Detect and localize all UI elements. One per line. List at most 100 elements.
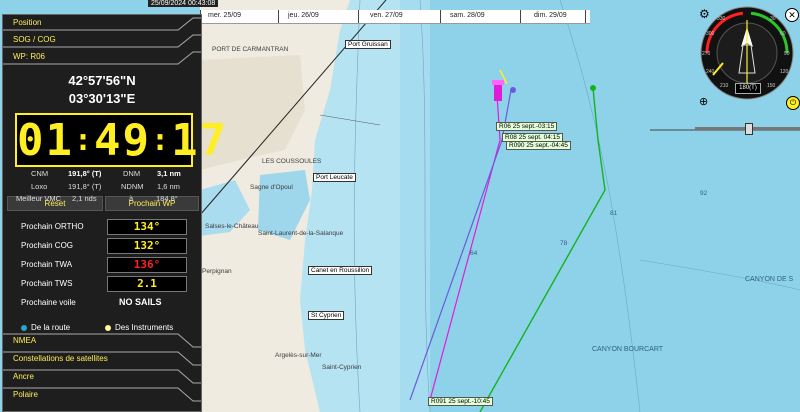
compass-tick: 270 bbox=[702, 51, 711, 57]
section-label: Ancre bbox=[13, 372, 34, 381]
port-label[interactable]: Port Gruissan bbox=[345, 40, 391, 49]
power-icon[interactable]: ⏻ bbox=[786, 96, 800, 110]
sail-value: NO SAILS bbox=[119, 297, 162, 307]
compass-tick: 210 bbox=[720, 83, 729, 89]
section-label: Position bbox=[13, 18, 42, 27]
section-label: Polaire bbox=[13, 390, 38, 399]
town-label: Perpignan bbox=[202, 268, 232, 275]
depth-marker: 78 bbox=[560, 240, 568, 247]
waypoint-label[interactable]: R091 25 sept.-10:45 bbox=[428, 397, 493, 406]
timeline-day: mer. 25/09 bbox=[208, 12, 242, 19]
sail-label: Prochaine voile bbox=[21, 298, 76, 307]
field-value: 132° bbox=[107, 238, 187, 254]
field-label: Prochain TWS bbox=[21, 279, 73, 288]
field-value: 136° bbox=[107, 257, 187, 273]
loxo-label: Loxo bbox=[31, 182, 48, 191]
dnm-label: DNM bbox=[123, 169, 141, 178]
compass-tick: 240 bbox=[706, 69, 715, 75]
legend-instruments-label: Des Instruments bbox=[115, 323, 174, 332]
town-label: Saint-Laurent-de-la-Salanque bbox=[258, 230, 344, 237]
compass-tick: 300 bbox=[706, 31, 715, 37]
vmc-label: Meilleur VMC bbox=[16, 194, 62, 203]
field-next-cog: Prochain COG 132° bbox=[3, 238, 201, 254]
timeline-bar[interactable]: mer. 25/09 jeu. 26/09 ven. 27/09 sam. 28… bbox=[200, 10, 590, 24]
section-label: Constellations de satellites bbox=[13, 354, 108, 363]
countdown-timer: 01 : 49 : 17 bbox=[15, 113, 229, 167]
longitude: 03°30'13"E bbox=[68, 91, 136, 106]
section-anchor[interactable]: Ancre bbox=[3, 369, 201, 385]
section-sog-cog[interactable]: SOG / COG bbox=[3, 32, 201, 48]
waypoint-label[interactable]: R090 25 sept.-04:45 bbox=[506, 141, 571, 150]
compass-speed: 180(T) bbox=[735, 83, 761, 94]
field-next-sail: Prochaine voile NO SAILS bbox=[3, 295, 201, 311]
compass-tick: 120 bbox=[780, 69, 789, 75]
section-satellites[interactable]: Constellations de satellites bbox=[3, 351, 201, 367]
legend-route-label: De la route bbox=[31, 323, 71, 332]
depth-marker: 81 bbox=[610, 210, 618, 217]
ndnm-label: NDNM bbox=[121, 182, 144, 191]
compass-tick: 330 bbox=[717, 16, 726, 22]
zoom-slider-thumb[interactable] bbox=[745, 123, 753, 135]
compass-tick: 30 bbox=[770, 16, 776, 22]
field-next-tws: Prochain TWS 2.1 bbox=[3, 276, 201, 292]
next-waypoint-button[interactable]: Prochain WP bbox=[105, 196, 199, 211]
latitude: 42°57'56"N bbox=[68, 73, 136, 88]
compass-tick: 90 bbox=[784, 51, 790, 57]
town-label: Saint-Cyprien bbox=[322, 364, 362, 371]
section-label: NMEA bbox=[13, 336, 37, 345]
compass-widget[interactable]: 330 300 270 240 210 30 60 90 120 150 180… bbox=[695, 5, 799, 109]
navigation-panel: Position SOG / COG WP: R06 42°57'56"N 03… bbox=[2, 14, 229, 412]
section-polar[interactable]: Polaire bbox=[3, 387, 201, 403]
timer-minutes: 49 bbox=[94, 114, 152, 166]
field-value: 2.1 bbox=[107, 276, 187, 292]
instruments-dot-icon bbox=[105, 324, 111, 331]
timeline-day: jeu. 26/09 bbox=[288, 12, 319, 19]
vmc-at: à bbox=[129, 194, 134, 203]
compass-tick: 150 bbox=[767, 83, 776, 89]
waypoint-label[interactable]: R06 25 sept.-03:15 bbox=[496, 122, 558, 131]
timer-seconds: 17 bbox=[171, 114, 229, 166]
section-label: WP: R06 bbox=[13, 52, 46, 61]
town-label: Sagne d'Opoul bbox=[250, 184, 293, 191]
route-dot-icon bbox=[21, 324, 27, 331]
depth-marker: 64 bbox=[470, 250, 478, 257]
legend-instruments[interactable]: Des Instruments bbox=[105, 323, 173, 332]
section-waypoint[interactable]: WP: R06 bbox=[3, 49, 201, 65]
depth-marker: 92 bbox=[700, 190, 708, 197]
vmc-value: 2,1 nds bbox=[72, 194, 97, 203]
section-nmea[interactable]: NMEA bbox=[3, 333, 201, 349]
section-label: SOG / COG bbox=[13, 35, 56, 44]
field-next-twa: Prochain TWA 136° bbox=[3, 257, 201, 273]
field-label: Prochain COG bbox=[21, 241, 74, 250]
gps-icon[interactable]: ⊕ bbox=[699, 96, 711, 108]
field-label: Prochain ORTHO bbox=[21, 222, 84, 231]
section-position[interactable]: Position bbox=[3, 15, 201, 31]
dnm-value: 3,1 nm bbox=[157, 169, 181, 178]
field-label: Prochain TWA bbox=[21, 260, 73, 269]
port-label[interactable]: St Cyprien bbox=[308, 311, 345, 320]
close-icon[interactable]: ✕ bbox=[785, 8, 799, 22]
town-label: PORT DE CARMANTRAN bbox=[212, 46, 289, 53]
loxo-value: 191,8° (T) bbox=[68, 182, 102, 191]
port-label[interactable]: Port Leucate bbox=[313, 173, 356, 182]
field-value: 134° bbox=[107, 219, 187, 235]
timeline-day: sam. 28/09 bbox=[450, 12, 485, 19]
compass-tick: 60 bbox=[780, 31, 786, 37]
timeline-day: ven. 27/09 bbox=[370, 12, 403, 19]
legend-route[interactable]: De la route bbox=[21, 323, 70, 332]
town-label: LES COUSSOULES bbox=[262, 158, 322, 165]
zoom-slider[interactable] bbox=[695, 123, 800, 135]
settings-gear-icon[interactable]: ⚙ bbox=[699, 8, 711, 20]
port-label[interactable]: Canet en Roussillon bbox=[308, 266, 373, 275]
seafloor-label: CANYON DE S bbox=[745, 276, 794, 283]
field-next-ortho: Prochain ORTHO 134° bbox=[3, 219, 201, 235]
ndnm-value: 1,6 nm bbox=[157, 182, 180, 191]
cnm-value: 191,8° (T) bbox=[68, 169, 102, 178]
town-label: Argelès-sur-Mer bbox=[275, 352, 322, 359]
timer-hours: 01 bbox=[17, 114, 74, 166]
vmc-angle: 184,8° bbox=[156, 194, 178, 203]
date-time-readout: 25/09/2024 00:43:08 bbox=[148, 0, 219, 7]
timeline-day: dim. 29/09 bbox=[534, 12, 567, 19]
seafloor-label: CANYON BOURCART bbox=[592, 346, 664, 353]
town-label: Salses-le-Château bbox=[205, 223, 259, 230]
